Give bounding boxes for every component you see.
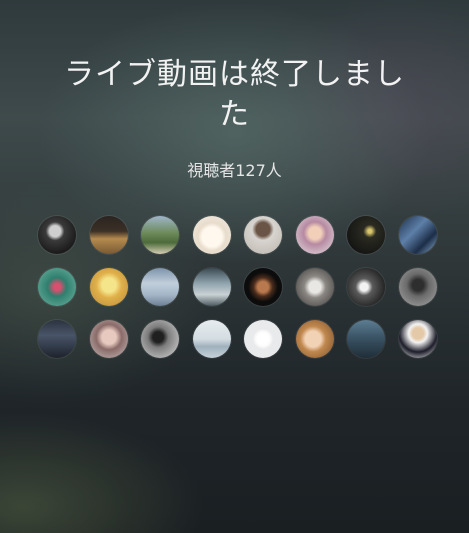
viewer-avatar-grid (38, 216, 438, 358)
viewer-avatar[interactable] (347, 268, 385, 306)
viewer-avatar[interactable] (244, 268, 282, 306)
viewer-avatar[interactable] (141, 268, 179, 306)
default-avatar-icon (253, 329, 273, 349)
viewer-count: 視聴者127人 (187, 161, 282, 180)
viewer-avatar[interactable] (347, 320, 385, 358)
live-ended-message: ライブ動画は終了しました (64, 57, 405, 132)
viewer-avatar[interactable] (244, 320, 282, 358)
viewer-avatar[interactable] (398, 216, 437, 254)
viewer-avatar[interactable] (38, 268, 76, 306)
viewer-avatar[interactable] (398, 268, 437, 306)
viewer-avatar[interactable] (192, 268, 231, 306)
viewer-avatar[interactable] (295, 320, 334, 358)
viewer-avatar[interactable] (295, 216, 334, 254)
viewer-avatar[interactable] (141, 216, 179, 254)
viewer-avatar[interactable] (38, 216, 76, 254)
viewer-avatar[interactable] (141, 320, 179, 358)
viewer-avatar[interactable] (89, 268, 128, 306)
viewer-avatar[interactable] (244, 216, 282, 254)
viewer-avatar[interactable] (347, 216, 385, 254)
viewer-avatar[interactable] (89, 320, 128, 358)
viewer-avatar[interactable] (89, 216, 128, 254)
viewer-avatar[interactable] (398, 320, 437, 358)
viewer-avatar[interactable] (192, 320, 231, 358)
viewer-avatar[interactable] (295, 268, 334, 306)
live-ended-screen: ライブ動画は終了しました 視聴者127人 (0, 0, 469, 533)
viewer-avatar[interactable] (192, 216, 231, 254)
viewer-avatar[interactable] (38, 320, 76, 358)
